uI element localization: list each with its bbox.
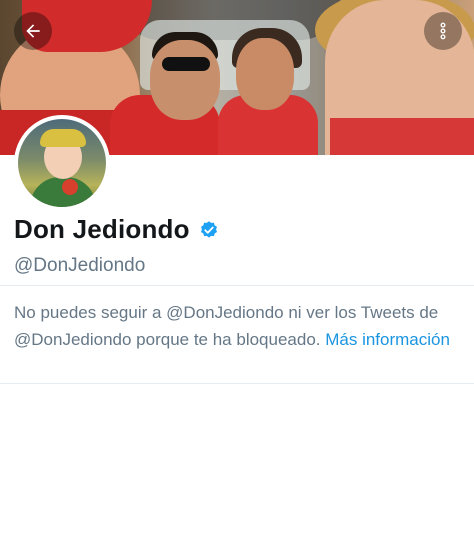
avatar-baby-hat <box>40 129 86 147</box>
banner-sunglasses <box>162 57 210 71</box>
arrow-left-icon <box>26 24 40 38</box>
avatar <box>18 119 106 207</box>
banner-person-3 <box>236 38 294 110</box>
avatar-toy <box>62 179 78 195</box>
profile-name-row: Don Jediondo <box>14 214 219 245</box>
divider <box>0 383 474 384</box>
display-name: Don Jediondo <box>14 214 190 244</box>
more-options-button[interactable] <box>424 12 462 50</box>
banner-shirt-4 <box>330 118 474 155</box>
divider <box>0 285 474 286</box>
verified-badge-icon <box>200 220 217 238</box>
avatar-frame[interactable] <box>14 115 110 211</box>
more-info-link[interactable]: Más información <box>325 330 450 349</box>
more-vertical-icon <box>440 22 446 40</box>
profile-handle: @DonJediondo <box>14 255 146 276</box>
back-button[interactable] <box>14 12 52 50</box>
banner-person-2 <box>150 40 220 120</box>
blocked-notice: No puedes seguir a @DonJediondo ni ver l… <box>14 299 464 353</box>
